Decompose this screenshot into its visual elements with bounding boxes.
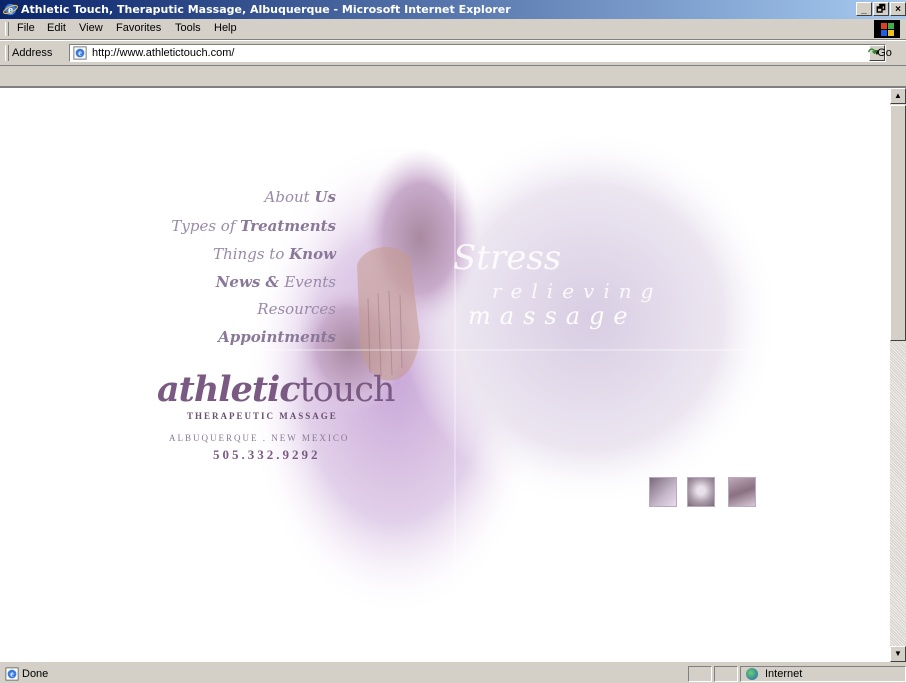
zone-pane: Internet: [740, 666, 906, 682]
thumbnail-image-2[interactable]: [687, 477, 715, 507]
nav-types-of-treatments[interactable]: Types of Treatments: [171, 217, 336, 235]
address-url: http://www.athletictouch.com/: [92, 47, 235, 59]
athletic-touch-logo: athletictouch: [157, 369, 396, 410]
nav-label-bold: Treatments: [240, 217, 336, 235]
status-bar: e Done Internet: [0, 664, 906, 683]
menu-favorites[interactable]: Favorites: [116, 22, 161, 34]
nav-about-us[interactable]: About Us: [265, 188, 336, 206]
nav-resources[interactable]: Resources: [257, 300, 336, 318]
menu-tools[interactable]: Tools: [175, 22, 201, 34]
close-button[interactable]: ×: [890, 2, 906, 16]
nav-label-bold: Appointments: [218, 328, 336, 346]
tagline-massage: massage: [468, 302, 637, 330]
nav-label: About: [264, 188, 315, 206]
scroll-up-button[interactable]: ▲: [890, 88, 906, 104]
page-content: About Us Types of Treatments Things to K…: [0, 86, 906, 662]
logo-touch: touch: [299, 370, 396, 410]
vertical-scrollbar[interactable]: ▲ ▼: [890, 88, 906, 662]
nav-label-bold: Know: [289, 245, 336, 263]
tagline-relieving: relieving: [492, 279, 663, 303]
thumbnail-image-1[interactable]: [649, 477, 677, 507]
nav-label-bold: News &: [215, 273, 285, 291]
minimize-button[interactable]: _: [856, 2, 872, 16]
scroll-thumb[interactable]: [890, 105, 906, 341]
nav-label: Resources: [257, 300, 336, 318]
status-pane: [714, 666, 738, 682]
svg-text:e: e: [10, 670, 14, 679]
menu-help[interactable]: Help: [214, 22, 237, 34]
status-text: Done: [22, 668, 49, 680]
windows-logo-icon: [874, 20, 900, 38]
page-icon: e: [73, 46, 87, 60]
nav-label: Events: [284, 273, 336, 291]
maximize-button[interactable]: 🗗: [873, 2, 889, 16]
toolbar-grip[interactable]: [5, 45, 9, 61]
page-done-icon: e: [5, 667, 19, 681]
nav-news-events[interactable]: News & Events: [216, 273, 336, 291]
internet-explorer-icon: e: [3, 3, 18, 16]
menu-view[interactable]: View: [79, 22, 103, 34]
nav-label-bold: Us: [314, 188, 336, 206]
logo-athletic: athletic: [157, 369, 301, 410]
nav-label: Types of: [171, 217, 241, 235]
title-bar: e Athletic Touch, Theraputic Massage, Al…: [0, 0, 906, 19]
menu-edit[interactable]: Edit: [47, 22, 66, 34]
go-button[interactable]: ↷Go: [868, 46, 892, 59]
status-pane: [688, 666, 712, 682]
logo-subtitle: THERAPEUTIC MASSAGE: [187, 411, 338, 421]
thumbnail-image-3[interactable]: [728, 477, 756, 507]
nav-label: Things to: [213, 245, 290, 263]
scroll-down-button[interactable]: ▼: [890, 646, 906, 662]
window-title: Athletic Touch, Theraputic Massage, Albu…: [21, 3, 511, 16]
hero-massage-image: [245, 128, 780, 618]
svg-text:e: e: [78, 49, 82, 58]
menu-file[interactable]: File: [17, 22, 35, 34]
phone-number: 505.332.9292: [213, 447, 321, 462]
go-arrow-icon: ↷: [868, 47, 878, 59]
nav-appointments[interactable]: Appointments: [218, 328, 336, 346]
toolbar-grip[interactable]: [5, 22, 9, 36]
address-label: Address: [12, 47, 53, 59]
location-text: ALBUQUERQUE . NEW MEXICO: [169, 433, 350, 443]
globe-icon: [746, 668, 758, 680]
go-label: Go: [877, 47, 892, 59]
zone-label: Internet: [765, 668, 803, 680]
tagline-stress: Stress: [453, 238, 562, 278]
address-input[interactable]: e http://www.athletictouch.com/ ▼: [69, 44, 886, 62]
menu-bar: File Edit View Favorites Tools Help: [0, 19, 906, 40]
address-bar: Address e http://www.athletictouch.com/ …: [0, 40, 906, 66]
nav-things-to-know[interactable]: Things to Know: [213, 245, 336, 263]
